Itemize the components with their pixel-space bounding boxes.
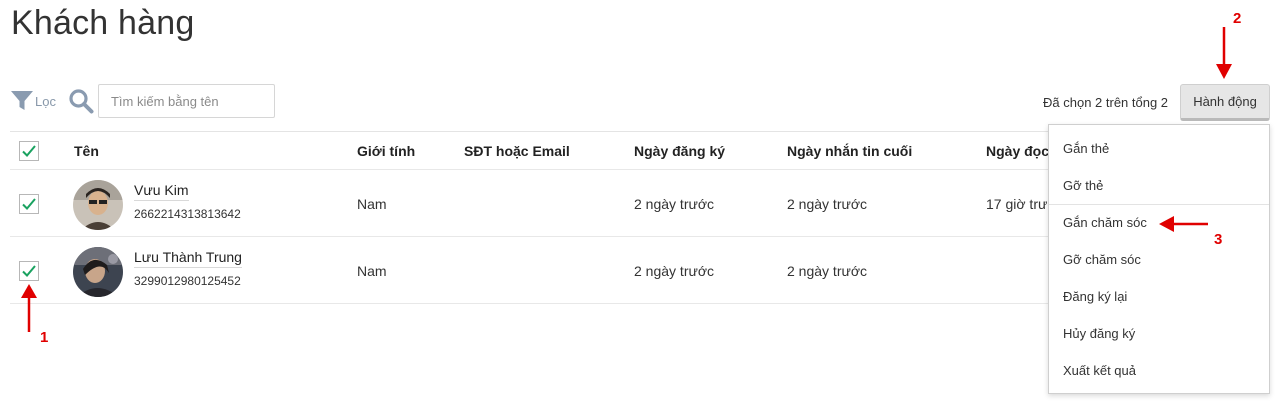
- annotation-label-2: 2: [1233, 10, 1242, 27]
- annotation-label-1: 1: [40, 329, 49, 346]
- annotation-label-3: 3: [1214, 231, 1223, 248]
- arrow-2: [1216, 27, 1232, 79]
- arrow-3: [1159, 216, 1208, 232]
- arrow-1: [21, 284, 37, 332]
- annotation-arrows: [21, 27, 1232, 332]
